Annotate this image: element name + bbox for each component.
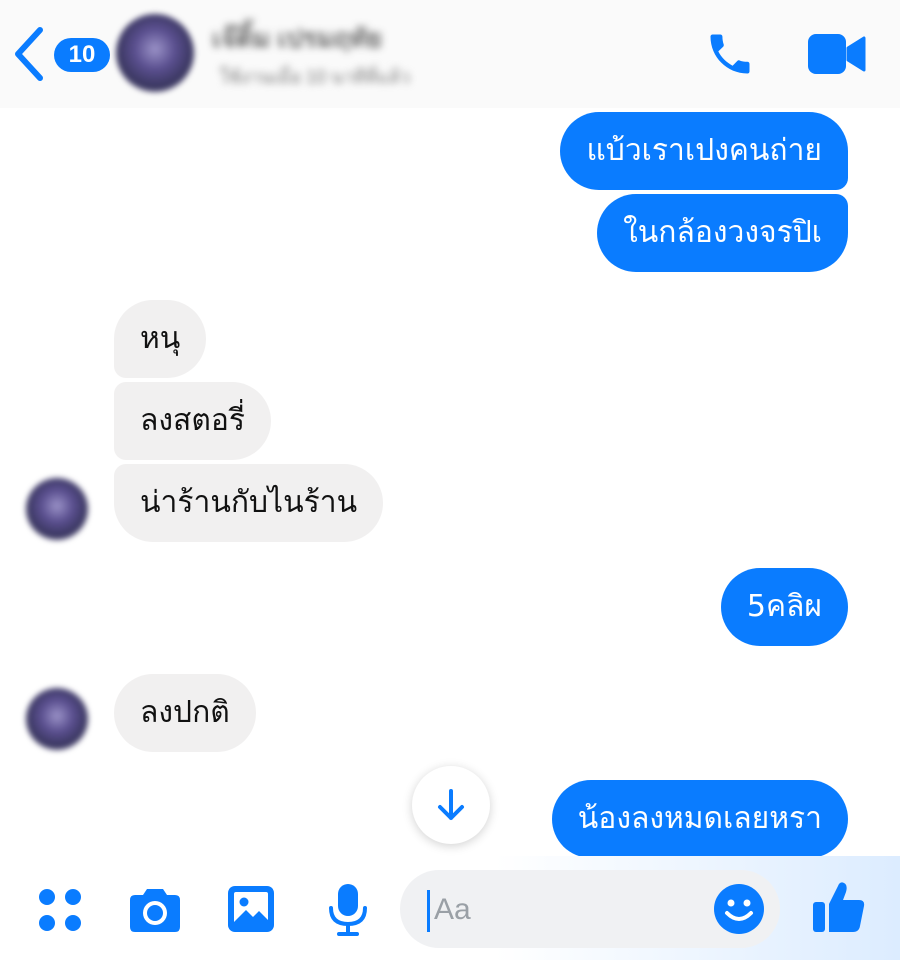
contact-active-status: ใช้งานเมื่อ 10 นาทีที่แล้ว bbox=[220, 67, 410, 87]
video-camera-icon[interactable] bbox=[806, 30, 868, 78]
message-bubble-outgoing[interactable]: 5คลิผ bbox=[720, 568, 848, 646]
microphone-icon[interactable] bbox=[326, 882, 370, 938]
message-bubble-incoming[interactable]: หนุ bbox=[114, 300, 207, 378]
sender-avatar[interactable] bbox=[26, 688, 88, 750]
text-cursor bbox=[427, 890, 430, 932]
message-bubble-outgoing[interactable]: แบ้วเราเปงคนถ่าย bbox=[560, 112, 848, 190]
camera-icon[interactable] bbox=[126, 886, 184, 934]
back-chevron-icon bbox=[15, 27, 43, 81]
apps-icon[interactable] bbox=[36, 886, 84, 934]
chat-header: 10 เจ๊ติ้ม เปรมฤทัย ใช้งานเมื่อ 10 นาทีท… bbox=[0, 0, 900, 108]
unread-count-badge: 10 bbox=[54, 38, 110, 72]
emoji-icon[interactable] bbox=[712, 882, 766, 936]
phone-icon[interactable] bbox=[704, 28, 756, 80]
back-button[interactable]: 10 bbox=[10, 26, 110, 82]
sender-avatar[interactable] bbox=[26, 478, 88, 540]
message-bubble-outgoing[interactable]: น้องลงหมดเลยหรา bbox=[551, 780, 848, 858]
message-bubble-incoming[interactable]: ลงสตอรี่ bbox=[114, 382, 271, 460]
message-bubble-incoming[interactable]: น่าร้านกับไนร้าน bbox=[114, 464, 384, 542]
thumbs-up-icon[interactable] bbox=[810, 878, 868, 936]
gallery-icon[interactable] bbox=[226, 884, 276, 934]
message-bubble-outgoing[interactable]: ในกล้องวงจรปิเ bbox=[597, 194, 848, 272]
contact-name[interactable]: เจ๊ติ้ม เปรมฤทัย bbox=[212, 18, 472, 58]
message-input[interactable] bbox=[434, 886, 694, 934]
contact-avatar[interactable] bbox=[116, 14, 194, 92]
arrow-down-icon bbox=[438, 789, 464, 820]
message-bubble-incoming[interactable]: ลงปกติ bbox=[114, 674, 256, 752]
scroll-to-bottom-button[interactable] bbox=[412, 766, 490, 844]
